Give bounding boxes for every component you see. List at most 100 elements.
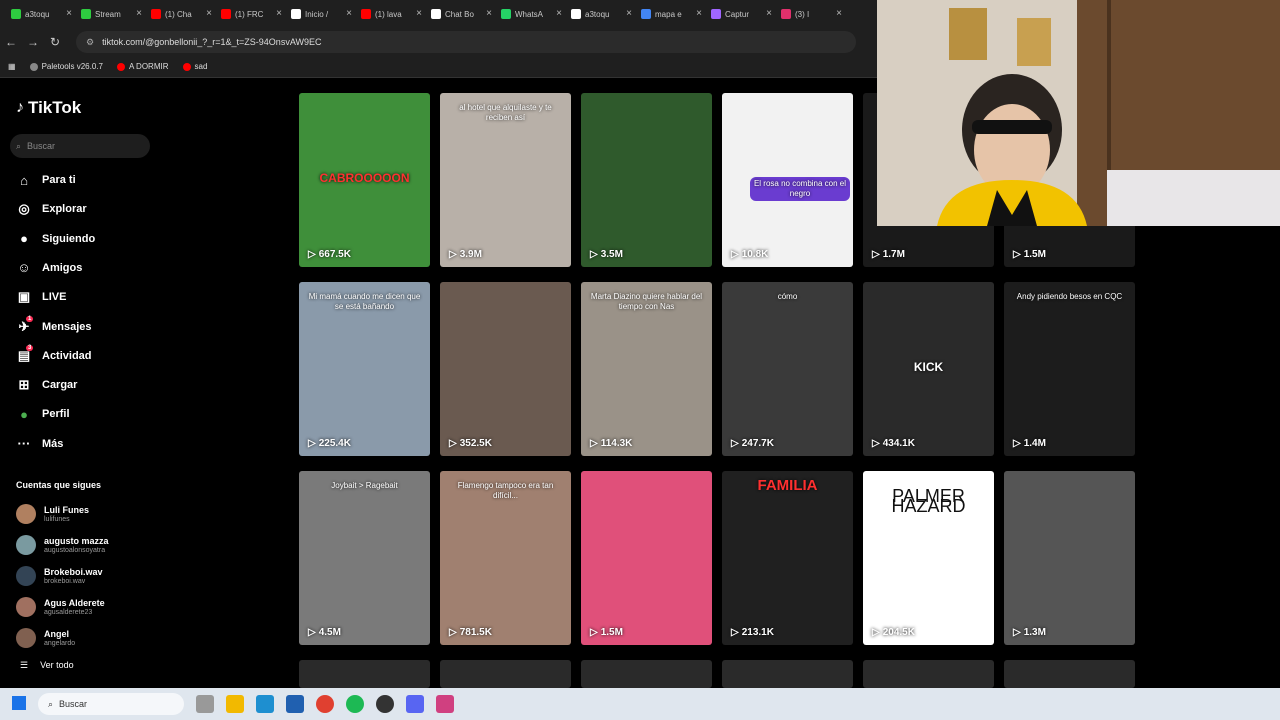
browser-tab[interactable]: Stream ×	[76, 2, 146, 26]
forward-icon[interactable]: →	[22, 35, 44, 49]
chrome-icon[interactable]	[316, 695, 334, 713]
tab-favicon-icon	[641, 9, 651, 19]
nav-item-más[interactable]: ··· Más	[16, 436, 64, 452]
video-card[interactable]: El rosa no combina con el negro ▷ 10.8K	[722, 93, 853, 267]
view-count: ▷ 352.5K	[449, 438, 492, 449]
play-icon: ▷	[308, 438, 316, 449]
video-card[interactable]: Andy pidiendo besos en CQC ▷ 1.4M	[1004, 282, 1135, 456]
see-all-link[interactable]: ☰ Ver todo	[20, 660, 74, 671]
edge-icon[interactable]	[256, 695, 274, 713]
nav-item-amigos[interactable]: ☺ Amigos	[16, 260, 82, 276]
video-card[interactable]	[440, 660, 571, 688]
tiktok-logo[interactable]: ♪ TikTok	[16, 98, 81, 118]
nav-item-explorar[interactable]: ◎ Explorar	[16, 201, 86, 217]
browser-tab[interactable]: WhatsA ×	[496, 2, 566, 26]
store-icon[interactable]	[286, 695, 304, 713]
taskbar-search[interactable]: ⌕ Buscar	[38, 693, 184, 715]
bookmark-a-dormir[interactable]: A DORMIR	[116, 62, 169, 71]
close-icon[interactable]: ×	[766, 8, 772, 19]
browser-tab[interactable]: a3toqu ×	[566, 2, 636, 26]
video-card[interactable]: KICK ▷ 434.1K	[863, 282, 994, 456]
url-field[interactable]: ⚙ tiktok.com/@gonbellonii_?_r=1&_t=ZS-94…	[76, 31, 856, 53]
nav-item-siguiendo[interactable]: ● Siguiendo	[16, 231, 95, 247]
close-icon[interactable]: ×	[556, 8, 562, 19]
close-icon[interactable]: ×	[66, 8, 72, 19]
nav-item-perfil[interactable]: ● Perfil	[16, 406, 69, 422]
browser-tab[interactable]: Chat Bo ×	[426, 2, 496, 26]
nav-item-para-ti[interactable]: ⌂ Para ti	[16, 172, 76, 188]
browser-tab[interactable]: (3) I ×	[776, 2, 846, 26]
following-item[interactable]: Angel angelardo	[16, 628, 75, 648]
video-card[interactable]	[299, 660, 430, 688]
close-icon[interactable]: ×	[276, 8, 282, 19]
view-count: ▷ 1.5M	[590, 627, 623, 638]
tab-favicon-icon	[781, 9, 791, 19]
browser-tab[interactable]: Inicio / ×	[286, 2, 356, 26]
video-card[interactable]: PALMER HAZARD ▷ 204.5K	[863, 471, 994, 645]
browser-tab[interactable]: (1) Cha ×	[146, 2, 216, 26]
browser-tab[interactable]: (1) lava ×	[356, 2, 426, 26]
nav-item-actividad[interactable]: ▤ 3 Actividad	[16, 344, 92, 364]
play-icon: ▷	[308, 627, 316, 638]
close-icon[interactable]: ×	[206, 8, 212, 19]
video-card[interactable]: Joybait > Ragebait ▷ 4.5M	[299, 471, 430, 645]
video-card[interactable]: Mi mamá cuando me dicen que se está baña…	[299, 282, 430, 456]
following-item[interactable]: Brokeboi.wav brokeboi.wav	[16, 566, 103, 586]
nav-item-live[interactable]: ▣ LIVE	[16, 289, 67, 305]
video-card[interactable]: ▷ 352.5K	[440, 282, 571, 456]
close-icon[interactable]: ×	[836, 8, 842, 19]
apps-icon[interactable]: ▦	[8, 62, 16, 71]
windows-start-icon[interactable]	[12, 696, 26, 710]
site-info-icon[interactable]: ⚙	[86, 37, 94, 48]
bookmark-sad[interactable]: sad	[182, 62, 207, 71]
tab-favicon-icon	[431, 9, 441, 19]
video-card[interactable]	[581, 660, 712, 688]
browser-tab[interactable]: (1) FRC ×	[216, 2, 286, 26]
video-card[interactable]: FAMILIA ▷ 213.1K	[722, 471, 853, 645]
close-icon[interactable]: ×	[486, 8, 492, 19]
view-count: ▷ 1.3M	[1013, 627, 1046, 638]
following-item[interactable]: Agus Alderete agusalderete23	[16, 597, 105, 617]
video-card[interactable]: al hotel que alquilaste y te reciben así…	[440, 93, 571, 267]
compass-icon: ◎	[18, 201, 30, 217]
video-caption: cómo	[777, 292, 798, 301]
file-explorer-icon[interactable]	[226, 695, 244, 713]
video-card[interactable]: Flamengo tampoco era tan difícil... ▷ 781.…	[440, 471, 571, 645]
back-icon[interactable]: ←	[0, 35, 22, 49]
youtube-icon	[182, 62, 191, 71]
obs-icon[interactable]	[376, 695, 394, 713]
video-card[interactable]: cómo ▷ 247.7K	[722, 282, 853, 456]
video-card[interactable]: ▷ 1.5M	[581, 471, 712, 645]
reload-icon[interactable]: ↻	[44, 35, 66, 49]
tab-favicon-icon	[151, 9, 161, 19]
search-input[interactable]: ⌕ Buscar	[10, 134, 150, 158]
tab-favicon-icon	[81, 9, 91, 19]
spotify-icon[interactable]	[346, 695, 364, 713]
close-icon[interactable]: ×	[416, 8, 422, 19]
browser-tab[interactable]: a3toqu ×	[6, 2, 76, 26]
video-card[interactable]	[722, 660, 853, 688]
view-count: ▷ 213.1K	[731, 627, 774, 638]
play-icon: ▷	[872, 438, 880, 449]
video-card[interactable]: ▷ 1.3M	[1004, 471, 1135, 645]
paint-icon[interactable]	[436, 695, 454, 713]
video-card[interactable]	[1004, 660, 1135, 688]
bookmark-paletools[interactable]: Paletools v26.0.7	[29, 62, 103, 71]
close-icon[interactable]: ×	[626, 8, 632, 19]
video-caption: KICK	[913, 360, 944, 374]
video-card[interactable]: CABROOOOON ▷ 667.5K	[299, 93, 430, 267]
video-card[interactable]	[863, 660, 994, 688]
video-card[interactable]: Marta Diazino quiere hablar del tiempo c…	[581, 282, 712, 456]
browser-tab[interactable]: Captur ×	[706, 2, 776, 26]
close-icon[interactable]: ×	[696, 8, 702, 19]
close-icon[interactable]: ×	[136, 8, 142, 19]
following-item[interactable]: augusto mazza augustoalonsoyatra	[16, 535, 109, 555]
nav-item-cargar[interactable]: ⊞ Cargar	[16, 377, 78, 393]
browser-tab[interactable]: mapa e ×	[636, 2, 706, 26]
close-icon[interactable]: ×	[346, 8, 352, 19]
video-card[interactable]: ▷ 3.5M	[581, 93, 712, 267]
following-item[interactable]: Luli Funes lulifunes	[16, 504, 89, 524]
nav-item-mensajes[interactable]: ✈ 1 Mensajes	[16, 315, 92, 335]
discord-icon[interactable]	[406, 695, 424, 713]
task-view-icon[interactable]	[196, 695, 214, 713]
